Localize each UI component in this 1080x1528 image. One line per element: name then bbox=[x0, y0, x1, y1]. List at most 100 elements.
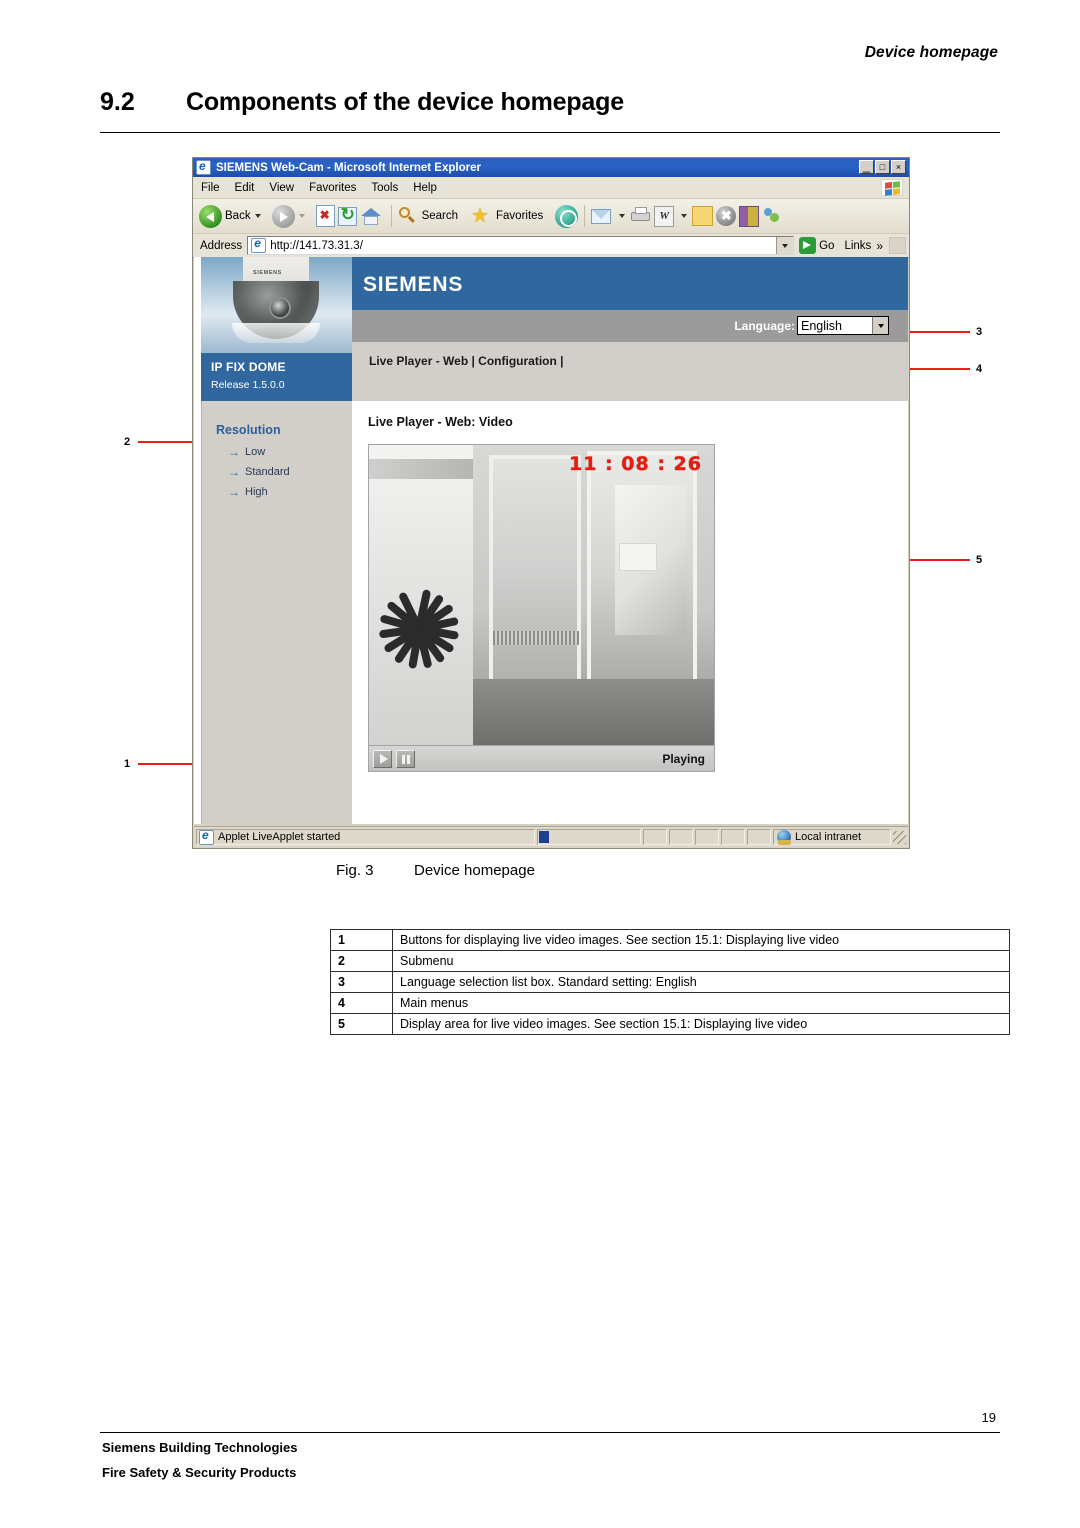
research-icon[interactable] bbox=[739, 205, 760, 227]
main-menu-links[interactable]: Live Player - Web | Configuration | bbox=[369, 354, 564, 368]
legend-description: Display area for live video images. See … bbox=[392, 1013, 1010, 1035]
window-controls: _ □ × bbox=[859, 158, 906, 174]
table-row: 1 Buttons for displaying live video imag… bbox=[330, 929, 1010, 951]
edit-word-icon[interactable]: W bbox=[654, 205, 675, 227]
device-identity-box: IP FIX DOME Release 1.5.0.0 bbox=[201, 353, 352, 401]
minimize-icon: _ bbox=[862, 158, 871, 173]
status-message-pane: Applet LiveApplet started bbox=[196, 828, 535, 845]
menu-item-help[interactable]: Help bbox=[413, 182, 437, 194]
live-video-display: 11 : 08 : 26 bbox=[368, 444, 715, 746]
toolbar-separator bbox=[390, 205, 392, 227]
back-icon bbox=[199, 204, 222, 228]
menu-item-file[interactable]: File bbox=[201, 182, 220, 194]
refresh-icon[interactable] bbox=[337, 205, 357, 226]
footer-rule bbox=[100, 1432, 1000, 1433]
messenger-icon[interactable] bbox=[762, 207, 782, 226]
browser-toolbar: Back Search Favorites bbox=[193, 199, 909, 234]
status-pane-5 bbox=[747, 829, 771, 845]
language-select[interactable]: English bbox=[797, 316, 889, 335]
sidebar-item-high[interactable]: → High bbox=[228, 485, 268, 499]
legend-description: Buttons for displaying live video images… bbox=[392, 929, 1010, 951]
media-icon[interactable] bbox=[555, 204, 579, 228]
stop-icon[interactable] bbox=[315, 205, 335, 227]
menu-item-view[interactable]: View bbox=[269, 182, 294, 194]
maximize-button[interactable]: □ bbox=[875, 160, 890, 174]
footer-line-2: Fire Safety & Security Products bbox=[102, 1465, 297, 1480]
document-page: { "page": { "running_head": "Device home… bbox=[0, 0, 1080, 1528]
windows-flag-icon bbox=[881, 179, 903, 196]
table-row: 4 Main menus bbox=[330, 992, 1010, 1014]
callout-arrow-3 bbox=[900, 331, 970, 334]
figure-caption-text: Device homepage bbox=[414, 862, 535, 879]
toolbar-overflow-icon[interactable] bbox=[889, 237, 906, 254]
chevron-double-right-icon[interactable]: » bbox=[876, 239, 883, 253]
forward-dropdown-icon[interactable] bbox=[298, 214, 305, 218]
language-selector[interactable]: Language: English bbox=[734, 316, 889, 335]
running-head: Device homepage bbox=[864, 44, 998, 61]
legend-number: 2 bbox=[330, 950, 393, 972]
browser-statusbar: Applet LiveApplet started Local intranet bbox=[194, 826, 908, 847]
notes-icon[interactable] bbox=[692, 206, 714, 226]
back-button[interactable]: Back bbox=[199, 204, 266, 228]
player-status: Playing bbox=[662, 751, 705, 766]
home-icon[interactable] bbox=[360, 206, 382, 226]
favorites-button[interactable]: Favorites bbox=[470, 207, 543, 226]
applet-icon bbox=[199, 828, 214, 845]
menu-item-tools[interactable]: Tools bbox=[371, 182, 398, 194]
camera-lens bbox=[269, 297, 291, 319]
table-row: 2 Submenu bbox=[330, 950, 1010, 972]
status-progress-pane bbox=[537, 829, 641, 845]
language-bar: Language: English bbox=[352, 310, 908, 342]
submenu-heading[interactable]: Resolution bbox=[216, 423, 281, 437]
address-input[interactable]: http://141.73.31.3/ bbox=[247, 236, 795, 255]
device-release: Release 1.5.0.0 bbox=[211, 379, 285, 391]
main-menu-bar[interactable]: Live Player - Web | Configuration | bbox=[352, 342, 908, 401]
language-label: Language: bbox=[734, 318, 795, 333]
mail-dropdown-icon[interactable] bbox=[619, 214, 626, 218]
security-zone-pane[interactable]: Local intranet bbox=[773, 829, 891, 845]
back-dropdown-icon[interactable] bbox=[254, 214, 261, 218]
header-rule bbox=[100, 132, 1000, 133]
search-label: Search bbox=[421, 210, 459, 222]
play-button[interactable] bbox=[373, 749, 392, 768]
legend-description: Language selection list box. Standard se… bbox=[392, 971, 1010, 993]
address-dropdown-button[interactable] bbox=[776, 237, 794, 254]
callout-number-3: 3 bbox=[976, 326, 983, 338]
forward-button[interactable] bbox=[271, 204, 310, 228]
status-message: Applet LiveApplet started bbox=[218, 831, 341, 843]
sidebar-item-label: High bbox=[245, 486, 268, 498]
sidebar-item-low[interactable]: → Low bbox=[228, 445, 265, 459]
page-title: 9.2 Components of the device homepage bbox=[100, 88, 1000, 117]
mail-icon[interactable] bbox=[591, 208, 612, 225]
resize-grip-icon[interactable] bbox=[893, 830, 906, 844]
menu-item-favorites[interactable]: Favorites bbox=[309, 182, 356, 194]
go-button[interactable]: Go bbox=[799, 237, 834, 254]
sidebar-item-standard[interactable]: → Standard bbox=[228, 465, 290, 479]
video-timestamp: 11 : 08 : 26 bbox=[569, 453, 702, 475]
figure-device-homepage: 2 1 3 4 5 SIEMENS Web-Cam - Microsoft In… bbox=[110, 148, 1010, 858]
status-pane-4 bbox=[721, 829, 745, 845]
chevron-down-icon[interactable] bbox=[872, 317, 888, 334]
print-icon[interactable] bbox=[630, 207, 651, 225]
pause-button[interactable] bbox=[396, 749, 415, 768]
links-button[interactable]: Links » bbox=[844, 239, 883, 253]
table-row: 3 Language selection list box. Standard … bbox=[330, 971, 1010, 993]
maximize-icon: □ bbox=[879, 162, 886, 172]
browser-titlebar: SIEMENS Web-Cam - Microsoft Internet Exp… bbox=[193, 158, 909, 177]
menu-item-edit[interactable]: Edit bbox=[235, 182, 255, 194]
figure-caption: Fig. 3 Device homepage bbox=[336, 862, 535, 879]
legend-number: 3 bbox=[330, 971, 393, 993]
status-pane-2 bbox=[669, 829, 693, 845]
forward-icon bbox=[271, 204, 295, 228]
address-label: Address bbox=[200, 239, 243, 252]
search-button[interactable]: Search bbox=[398, 207, 458, 225]
plant-silhouette bbox=[378, 563, 463, 713]
video-player-controls: Playing bbox=[368, 746, 715, 772]
edit-dropdown-icon[interactable] bbox=[681, 214, 688, 218]
content-area: Live Player - Web: Video 11: 08: 26 Pl… bbox=[352, 401, 908, 824]
x-ball-icon[interactable]: ✖ bbox=[716, 206, 737, 226]
sidebar-item-label: Standard bbox=[245, 466, 290, 478]
close-button[interactable]: × bbox=[891, 160, 906, 174]
star-icon bbox=[470, 207, 490, 226]
minimize-button[interactable]: _ bbox=[859, 158, 874, 174]
